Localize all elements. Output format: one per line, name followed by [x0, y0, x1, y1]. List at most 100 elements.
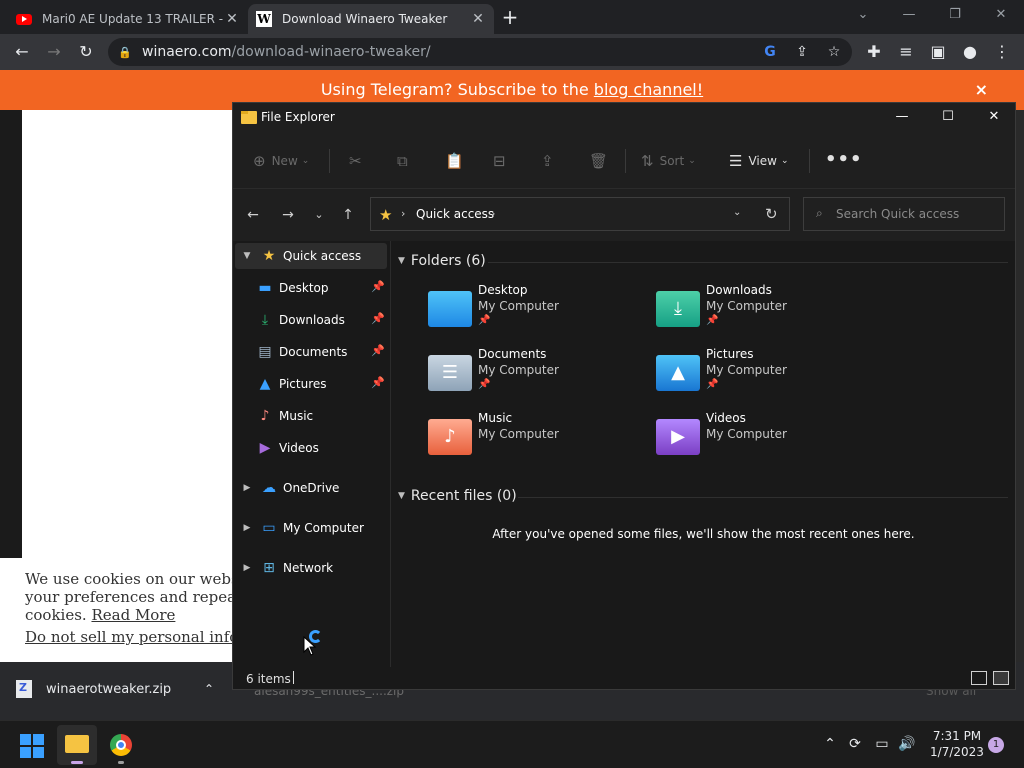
restore-browser-button[interactable]: ❐	[932, 4, 978, 26]
search-box[interactable]: ⌕	[803, 197, 1005, 231]
tab-youtube[interactable]: Mari0 AE Update 13 TRAILER - Yo ✕	[8, 4, 248, 34]
chevron-up-icon[interactable]: ⌃	[204, 682, 214, 696]
recent-locations-icon[interactable]: ⌄	[309, 205, 329, 225]
address-bar[interactable]: ★ › Quick access › ⌄ ↻	[370, 197, 790, 231]
chevron-right-icon[interactable]: ▶	[241, 523, 253, 533]
tab-search-icon[interactable]: ⌄	[840, 4, 886, 26]
cut-icon[interactable]: ✂	[349, 151, 368, 171]
nav-item-downloads[interactable]: ⤓ Downloads 📌	[257, 307, 387, 333]
media-control-icon[interactable]: ≡	[894, 40, 918, 64]
folder-tile-desktop[interactable]: Desktop My Computer 📌	[428, 283, 628, 339]
nav-item-documents[interactable]: ▤ Documents 📌	[257, 339, 387, 365]
breadcrumb-quick-access[interactable]: Quick access	[416, 207, 494, 221]
clock[interactable]: 7:31 PM 1/7/2023	[926, 728, 988, 760]
folders-group-header[interactable]: ▼ Folders (6)	[398, 253, 486, 269]
maximize-button[interactable]: ☐	[933, 107, 963, 127]
new-button[interactable]: ⊕ New ⌄	[253, 151, 309, 171]
refresh-icon[interactable]: ↻	[765, 205, 778, 223]
share-icon[interactable]: ⇪	[541, 151, 560, 171]
blog-channel-link[interactable]: blog channel!	[594, 80, 703, 99]
group-divider	[488, 262, 1008, 263]
reload-icon[interactable]: ↻	[74, 40, 98, 64]
tiles-view-icon[interactable]	[993, 671, 1009, 685]
network-icon[interactable]: ▭	[873, 735, 891, 753]
notification-badge[interactable]: 1	[988, 737, 1004, 753]
documents-icon: ▤	[258, 344, 272, 360]
recent-header-label: Recent files (0)	[410, 488, 517, 504]
folder-tile-pictures[interactable]: ▲ Pictures My Computer 📌	[656, 347, 856, 403]
lock-icon[interactable]: 🔒	[118, 46, 132, 59]
address-bar[interactable]: 🔒 winaero.com/download-winaero-tweaker/ …	[108, 38, 852, 66]
rename-icon[interactable]: ⊟	[493, 151, 512, 171]
share-icon[interactable]: ⇪	[792, 42, 812, 62]
close-browser-button[interactable]: ✕	[978, 4, 1024, 26]
nav-item-videos[interactable]: ▶ Videos	[257, 435, 387, 461]
chevron-up-icon[interactable]: ⌃	[821, 735, 839, 753]
extensions-icon[interactable]: ✚	[862, 40, 886, 64]
details-view-icon[interactable]	[971, 671, 987, 685]
google-lens-icon[interactable]: G	[760, 42, 780, 62]
nav-item-onedrive[interactable]: ▶ ☁ OneDrive	[235, 475, 387, 501]
chevron-down-icon[interactable]: ⌄	[733, 207, 741, 218]
nav-item-label: Videos	[279, 441, 319, 455]
chrome-taskbar-button[interactable]	[101, 725, 141, 765]
copy-icon[interactable]: ⧉	[397, 151, 414, 171]
file-explorer-taskbar-button[interactable]	[57, 725, 97, 765]
nav-item-label: Desktop	[279, 281, 329, 295]
back-arrow-icon[interactable]: ←	[243, 205, 263, 225]
more-options-icon[interactable]: •••	[825, 149, 863, 170]
chevron-right-icon[interactable]: ▶	[241, 563, 253, 573]
nav-item-pictures[interactable]: ▲ Pictures 📌	[257, 371, 387, 397]
forward-arrow-icon[interactable]: →	[278, 205, 298, 225]
minimize-browser-button[interactable]: —	[886, 4, 932, 26]
search-input[interactable]	[836, 205, 1000, 223]
read-more-link[interactable]: Read More	[91, 606, 175, 624]
paste-icon[interactable]: 📋	[445, 151, 470, 171]
windows-start-icon[interactable]	[20, 734, 44, 758]
pin-icon: 📌	[371, 376, 385, 389]
nav-item-quick-access[interactable]: ▼ ★ Quick access	[235, 243, 387, 269]
folder-tile-music[interactable]: ♪ Music My Computer	[428, 411, 628, 467]
download-item[interactable]: winaerotweaker.zip	[16, 680, 171, 698]
pin-icon: 📌	[706, 379, 719, 390]
close-tab-icon[interactable]: ✕	[224, 11, 240, 27]
minimize-button[interactable]: —	[887, 107, 917, 127]
new-tab-button[interactable]: +	[500, 7, 520, 27]
tab-winaero[interactable]: W Download Winaero Tweaker ✕	[248, 4, 494, 34]
banner-text: Using Telegram? Subscribe to the	[320, 80, 594, 99]
up-arrow-icon[interactable]: ↑	[338, 205, 358, 225]
sort-button[interactable]: ⇅ Sort ⌄	[641, 151, 696, 171]
forward-arrow-icon[interactable]: →	[42, 40, 66, 64]
folders-header-label: Folders (6)	[410, 253, 486, 269]
content-pane: ▼ Folders (6) Desktop My Computer 📌 ⤓ Do…	[392, 241, 1015, 667]
url-path: /download-winaero-tweaker/	[231, 44, 431, 60]
nav-item-my-computer[interactable]: ▶ ▭ My Computer	[235, 515, 387, 541]
browser-toolbar: ← → ↻ 🔒 winaero.com/download-winaero-twe…	[0, 34, 1024, 70]
folder-tile-downloads[interactable]: ⤓ Downloads My Computer 📌	[656, 283, 856, 339]
navigation-row: ← → ⌄ ↑ ★ › Quick access › ⌄ ↻ ⌕	[233, 189, 1015, 241]
chevron-down-icon[interactable]: ▼	[241, 251, 253, 261]
menu-kebab-icon[interactable]: ⋮	[990, 40, 1014, 64]
folder-tile-documents[interactable]: ☰ Documents My Computer 📌	[428, 347, 628, 403]
close-button[interactable]: ✕	[979, 107, 1009, 127]
sync-icon[interactable]: ⟳	[846, 735, 864, 753]
nav-item-desktop[interactable]: ▬ Desktop 📌	[257, 275, 387, 301]
chevron-right-icon[interactable]: ▶	[241, 483, 253, 493]
recent-files-group-header[interactable]: ▼ Recent files (0)	[398, 488, 517, 504]
back-arrow-icon[interactable]: ←	[10, 40, 34, 64]
delete-icon[interactable]: 🗑	[589, 151, 614, 171]
side-panel-icon[interactable]: ▣	[926, 40, 950, 64]
bookmark-star-icon[interactable]: ☆	[824, 42, 844, 62]
explorer-titlebar[interactable]: File Explorer — ☐ ✕	[233, 103, 1015, 131]
nav-item-network[interactable]: ▶ ⊞ Network	[235, 555, 387, 581]
profile-avatar-icon[interactable]: ●	[958, 40, 982, 64]
view-button[interactable]: ☰ View ⌄	[729, 151, 788, 171]
chevron-right-icon[interactable]: ›	[401, 207, 405, 220]
folder-tile-videos[interactable]: ▶ Videos My Computer	[656, 411, 856, 467]
volume-icon[interactable]: 🔊	[898, 735, 916, 753]
chevron-right-icon[interactable]: ›	[491, 207, 495, 220]
search-icon: ⌕	[816, 206, 823, 220]
do-not-sell-link[interactable]: Do not sell my personal infor	[25, 628, 234, 646]
close-tab-icon[interactable]: ✕	[470, 11, 486, 27]
nav-item-music[interactable]: ♪ Music	[257, 403, 387, 429]
